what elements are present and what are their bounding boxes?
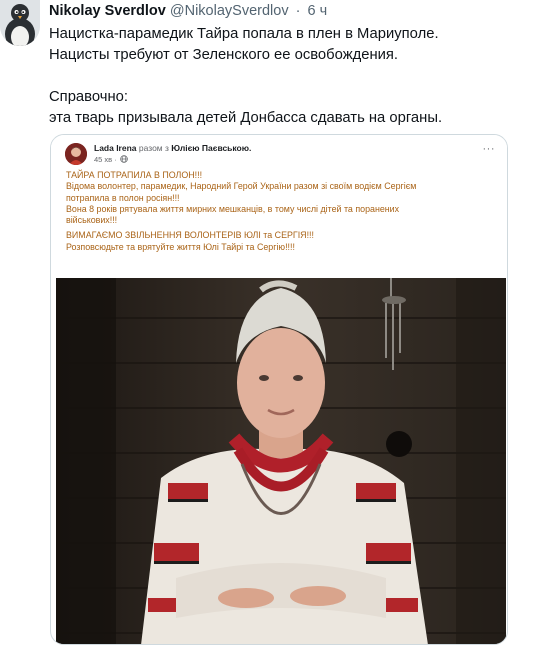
more-options-icon: ··· (482, 143, 495, 155)
profile-avatar-icon (65, 143, 87, 165)
author-name[interactable]: Nikolay Sverdlov (49, 3, 166, 19)
tweet-line: Нацисты требуют от Зеленского ее освобож… (49, 47, 399, 63)
fb-text-line: ВИМАГАЄМО ЗВІЛЬНЕННЯ ВОЛОНТЕРІВ ЮЛІ та С… (66, 230, 314, 241)
portrait-photo (56, 278, 506, 644)
tweet-time[interactable]: 6 ч (307, 3, 327, 19)
header-separator: · (295, 3, 301, 19)
author-handle[interactable]: @NikolaySverdlov (170, 3, 289, 19)
fb-time-line: 45 хв · (94, 155, 128, 164)
fb-text-line: Відома волонтер, парамедик, Народний Гер… (66, 181, 417, 192)
fb-author-name: Lada Irena (94, 143, 137, 153)
fb-text-line: ТАЙРА ПОТРАПИЛА В ПОЛОН!!! (66, 170, 203, 180)
fb-with-prefix: разом з (138, 143, 169, 153)
tweet-text: Нацистка-парамедик Тайра попала в плен в… (49, 24, 539, 129)
tweet-media-screenshot[interactable]: Lada Irena разом з Юлією Паєвською. 45 х… (50, 134, 508, 645)
fb-post-text: ТАЙРА ПОТРАПИЛА В ПОЛОН!!! Відома волонт… (66, 170, 496, 253)
tweet-line: эта тварь призывала детей Донбасса сдава… (49, 110, 443, 126)
fb-text-line: Вона 8 років рятувала життя мирних мешка… (66, 203, 400, 214)
tweet-line: Справочно: (49, 89, 128, 105)
tweet-line: Нацистка-парамедик Тайра попала в плен в… (49, 26, 439, 42)
fb-with-name: Юлією Паєвською. (171, 143, 252, 153)
tweet-header: Nikolay Sverdlov @NikolaySverdlov · 6 ч (49, 3, 327, 20)
fb-text-line: військових!!! (66, 215, 118, 226)
fb-text-line: Розповсюдьте та врятуйте життя Юлі Тайрі… (66, 241, 295, 252)
fb-author-line: Lada Irena разом з Юлією Паєвською. (94, 143, 251, 153)
penguin-avatar-icon[interactable] (0, 0, 40, 46)
facebook-post: Lada Irena разом з Юлією Паєвською. 45 х… (51, 135, 507, 277)
fb-time: 45 хв · (94, 155, 117, 164)
tweet: Nikolay Sverdlov @NikolaySverdlov · 6 ч … (0, 0, 555, 658)
fb-text-line: потрапила в полон росіян!!! (66, 192, 180, 203)
globe-icon (120, 155, 128, 163)
